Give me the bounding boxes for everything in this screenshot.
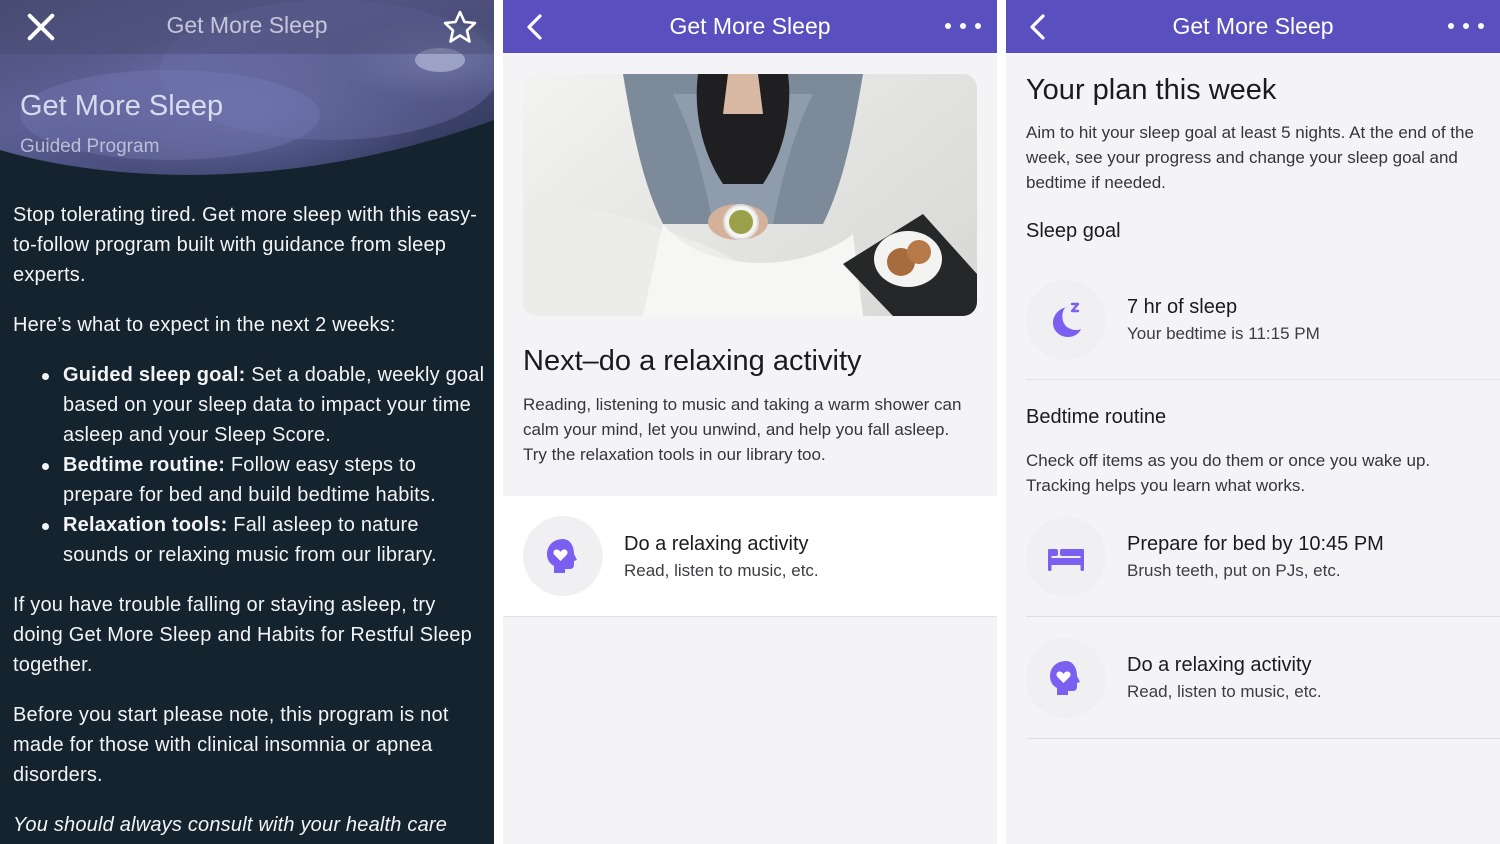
sleep-goal-title: 7 hr of sleep <box>1127 296 1238 318</box>
panel-divider <box>494 0 503 844</box>
bullet-label: Relaxation tools: <box>63 514 228 536</box>
trouble-text: If you have trouble falling or staying a… <box>13 594 472 676</box>
note-text: Before you start please note, this progr… <box>13 704 449 786</box>
item-subtitle: Read, listen to music, etc. <box>624 561 819 580</box>
feature-list: Guided sleep goal: Set a doable, weekly … <box>13 360 485 570</box>
icon-circle <box>1026 517 1106 597</box>
plan-heading: Your plan this week <box>1026 74 1277 106</box>
weekly-plan-screen: Get More Sleep Your plan this week Aim t… <box>1006 0 1500 844</box>
bedtime-routine-label: Bedtime routine <box>1026 406 1167 428</box>
consult-text: You should always consult with your heal… <box>13 814 448 836</box>
panel-divider <box>997 0 1006 844</box>
head-heart-icon <box>547 539 577 573</box>
moon-sleep-icon <box>1053 302 1081 337</box>
header-bar: Get More Sleep <box>503 0 997 53</box>
item-title: Prepare for bed by 10:45 PM <box>1127 533 1384 555</box>
head-heart-icon <box>1050 661 1080 695</box>
program-intro-screen: Get More Sleep Get More Sleep Guided Pro… <box>0 0 494 844</box>
more-options-icon[interactable] <box>1446 16 1486 36</box>
icon-circle <box>1026 280 1106 360</box>
icon-circle <box>1026 638 1106 718</box>
plan-description: Aim to hit your sleep goal at least 5 ni… <box>1026 123 1474 192</box>
item-subtitle: Read, listen to music, etc. <box>1127 682 1322 701</box>
list-item: Bedtime routine: Follow easy steps to pr… <box>13 450 485 510</box>
divider <box>1026 616 1500 617</box>
hero-subtitle: Guided Program <box>20 136 160 157</box>
next-step-heading: Next–do a relaxing activity <box>523 345 862 377</box>
item-title: Do a relaxing activity <box>624 533 809 555</box>
intro-text: Stop tolerating tired. Get more sleep wi… <box>13 204 478 286</box>
item-title: Do a relaxing activity <box>1127 654 1312 676</box>
program-description: Stop tolerating tired. Get more sleep wi… <box>13 200 485 844</box>
header-title: Get More Sleep <box>166 12 328 38</box>
expect-text: Here’s what to expect in the next 2 week… <box>13 314 396 336</box>
routine-description: Check off items as you do them or once y… <box>1026 451 1431 495</box>
next-step-description: Reading, listening to music and taking a… <box>523 395 962 464</box>
list-item: Relaxation tools: Fall asleep to nature … <box>13 510 485 570</box>
header-title: Get More Sleep <box>669 13 831 39</box>
sleep-goal-label: Sleep goal <box>1026 220 1121 242</box>
header-bar: Get More Sleep <box>1006 0 1500 53</box>
bed-icon <box>1048 549 1084 571</box>
hero-image: Get More Sleep Get More Sleep Guided Pro… <box>0 0 494 190</box>
next-step-screen: Get More Sleep Next–do a relaxing activi… <box>503 0 997 844</box>
bullet-label: Bedtime routine: <box>63 454 226 476</box>
favorite-star-icon[interactable] <box>440 8 480 46</box>
more-options-icon[interactable] <box>943 16 983 36</box>
relaxing-activity-item[interactable]: Do a relaxing activity Read, listen to m… <box>503 496 997 617</box>
list-item: Guided sleep goal: Set a doable, weekly … <box>13 360 485 450</box>
hero-title: Get More Sleep <box>20 90 224 122</box>
divider <box>1026 738 1500 739</box>
woman-with-tea-illustration <box>523 74 977 316</box>
divider <box>1026 379 1500 380</box>
bedtime-subtitle: Your bedtime is 11:15 PM <box>1127 324 1320 343</box>
icon-circle <box>523 516 603 596</box>
header-title: Get More Sleep <box>1172 13 1334 39</box>
item-subtitle: Brush teeth, put on PJs, etc. <box>1127 561 1341 580</box>
relaxing-photo <box>523 74 977 316</box>
bullet-label: Guided sleep goal: <box>63 364 246 386</box>
